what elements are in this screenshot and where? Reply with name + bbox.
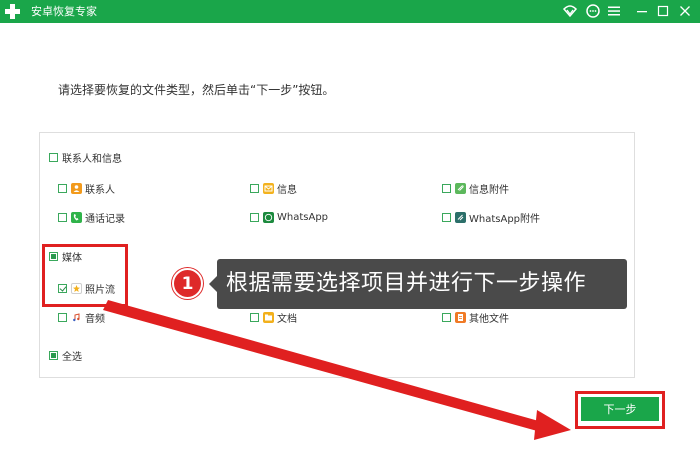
- item-label: 其他文件: [469, 313, 509, 325]
- step-badge: 1: [172, 268, 203, 299]
- checkbox[interactable]: [58, 283, 67, 293]
- attachment-icon: [455, 182, 466, 194]
- checkbox[interactable]: [442, 183, 451, 193]
- annotation-tooltip: 根据需要选择项目并进行下一步操作: [217, 259, 627, 309]
- item-label: WhatsApp附件: [469, 213, 541, 225]
- item-label: 照片流: [85, 284, 115, 296]
- checkbox[interactable]: [49, 251, 58, 261]
- phone-icon: [71, 211, 82, 223]
- plus-logo-icon: [4, 3, 21, 20]
- item-contacts[interactable]: 联系人: [58, 181, 115, 196]
- audio-icon: [71, 311, 82, 323]
- group-media-label: 媒体: [62, 252, 82, 264]
- close-icon[interactable]: [677, 3, 693, 19]
- item-label: 联系人: [85, 184, 115, 196]
- item-label: 信息附件: [469, 184, 509, 196]
- message-icon: [263, 182, 274, 194]
- select-all-checkbox[interactable]: 全选: [49, 348, 82, 363]
- file-icon: [455, 311, 466, 323]
- checkbox[interactable]: [49, 350, 58, 360]
- group-contacts-checkbox[interactable]: 联系人和信息: [49, 150, 122, 165]
- file-type-panel: 联系人和信息 联系人 信息 信息附件 通话记录 WhatsApp WhatsAp…: [39, 132, 635, 378]
- item-call-log[interactable]: 通话记录: [58, 210, 125, 225]
- next-button[interactable]: 下一步: [581, 397, 659, 421]
- maximize-icon[interactable]: [655, 3, 671, 19]
- item-audio[interactable]: 音频: [58, 310, 105, 325]
- tooltip-arrow: [209, 276, 217, 292]
- item-documents[interactable]: 文档: [250, 310, 297, 325]
- instruction-text: 请选择要恢复的文件类型，然后单击“下一步”按钮。: [58, 83, 335, 97]
- title-bar: 安卓恢复专家: [0, 0, 700, 23]
- whatsapp-icon: [263, 211, 274, 223]
- menu-icon[interactable]: [606, 3, 622, 19]
- contacts-icon: [71, 182, 82, 194]
- wifi-icon[interactable]: [562, 3, 578, 19]
- item-whatsapp[interactable]: WhatsApp: [250, 210, 328, 224]
- whatsapp-attachment-icon: [455, 211, 466, 223]
- item-messages[interactable]: 信息: [250, 181, 297, 196]
- item-message-attachments[interactable]: 信息附件: [442, 181, 509, 196]
- folder-icon: [263, 311, 274, 323]
- checkbox[interactable]: [250, 183, 259, 193]
- checkbox[interactable]: [49, 152, 58, 162]
- item-label: 音频: [85, 313, 105, 325]
- group-contacts-label: 联系人和信息: [62, 153, 122, 165]
- checkbox[interactable]: [442, 212, 451, 222]
- checkbox[interactable]: [58, 183, 67, 193]
- app-title: 安卓恢复专家: [31, 5, 97, 18]
- item-other-files[interactable]: 其他文件: [442, 310, 509, 325]
- minimize-icon[interactable]: [634, 3, 650, 19]
- checkbox[interactable]: [442, 312, 451, 322]
- select-all-label: 全选: [62, 351, 82, 363]
- checkbox[interactable]: [250, 312, 259, 322]
- group-media-checkbox[interactable]: 媒体: [49, 249, 82, 264]
- item-label: 文档: [277, 313, 297, 325]
- checkbox[interactable]: [250, 212, 259, 222]
- item-label: 通话记录: [85, 213, 125, 225]
- checkbox[interactable]: [58, 312, 67, 322]
- photo-stream-icon: [71, 282, 82, 294]
- chat-icon[interactable]: [585, 3, 601, 19]
- annotation-tooltip-text: 根据需要选择项目并进行下一步操作: [226, 271, 587, 296]
- item-photo-stream[interactable]: 照片流: [58, 281, 115, 296]
- item-label: WhatsApp: [277, 211, 329, 223]
- item-label: 信息: [277, 184, 297, 196]
- item-whatsapp-attachments[interactable]: WhatsApp附件: [442, 210, 541, 225]
- checkbox[interactable]: [58, 212, 67, 222]
